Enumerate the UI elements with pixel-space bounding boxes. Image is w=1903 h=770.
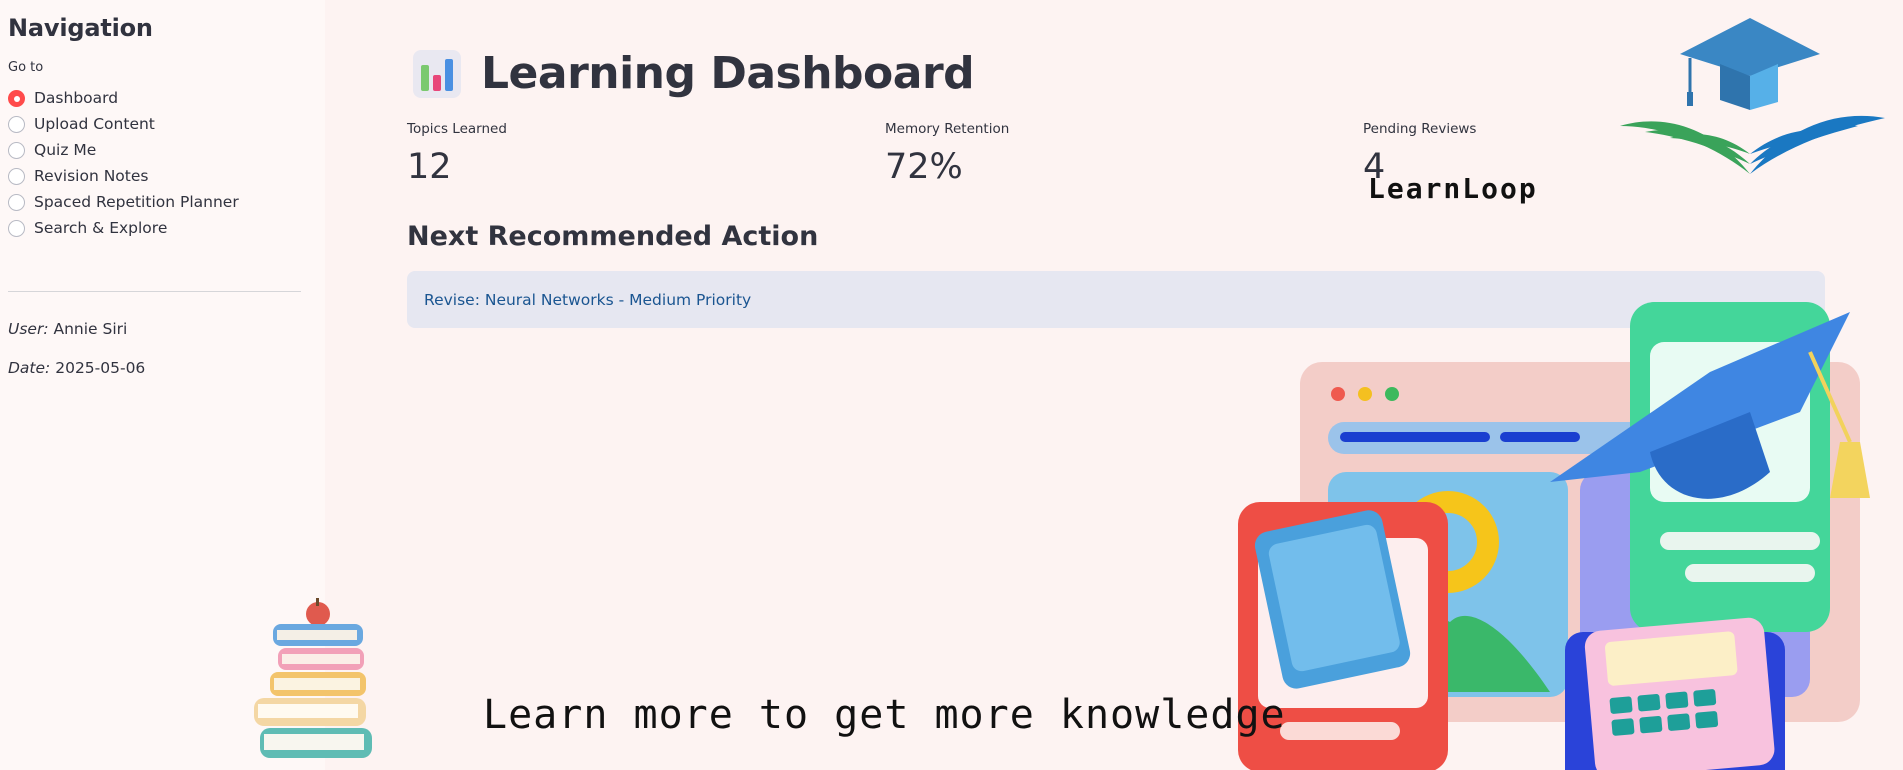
metric-value: 12 [407,147,452,187]
radio-icon[interactable] [8,115,25,133]
metric-label: Memory Retention [885,121,1010,137]
education-illustration [1238,302,1870,770]
nav-option-search-explore[interactable]: Search & Explore [8,215,317,241]
user-key: User: [8,320,49,338]
nav-option-quiz-me[interactable]: Quiz Me [8,137,317,163]
date-info: Date: 2025-05-06 [8,359,317,377]
nav-option-label: Quiz Me [34,141,97,159]
metric-label: Topics Learned [407,121,507,137]
radio-icon[interactable] [8,219,25,237]
nav-option-label: Dashboard [34,89,119,107]
nav-radio-group: Dashboard Upload Content Quiz Me Revisio… [8,85,317,241]
sidebar-divider [8,291,301,292]
section-heading: Next Recommended Action [407,221,819,252]
bar-chart-icon [413,49,461,98]
date-key: Date: [8,359,51,377]
metric-value: 72% [885,147,963,187]
nav-option-revision-notes[interactable]: Revision Notes [8,163,317,189]
nav-option-label: Spaced Repetition Planner [34,193,239,211]
nav-option-upload-content[interactable]: Upload Content [8,111,317,137]
date-value: 2025-05-06 [55,359,146,377]
nav-option-label: Upload Content [34,115,155,133]
nav-option-label: Search & Explore [34,219,168,237]
learnloop-logo [1620,18,1885,174]
nav-option-spaced-repetition-planner[interactable]: Spaced Repetition Planner [8,189,317,215]
nav-option-label: Revision Notes [34,167,149,185]
book-stack-image [254,598,372,758]
metric-topics-learned: Topics Learned 12 [407,121,707,187]
logo-text: LearnLoop [1368,172,1538,205]
metric-memory-retention: Memory Retention 72% [885,121,1185,187]
radio-selected-icon[interactable] [8,89,25,107]
sidebar-title: Navigation [8,14,153,42]
page-title-text: Learning Dashboard [481,48,975,99]
radio-icon[interactable] [8,141,25,159]
radio-icon[interactable] [8,193,25,211]
radio-icon[interactable] [8,167,25,185]
alert-text: Revise: Neural Networks - Medium Priorit… [424,290,752,309]
page-title: Learning Dashboard [413,48,975,99]
radio-group-label: Go to [8,60,44,75]
tagline-text: Learn more to get more knowledge [483,692,1286,738]
main-content: Learning Dashboard Topics Learned 12 Mem… [325,0,1903,770]
nav-option-dashboard[interactable]: Dashboard [8,85,317,111]
user-info: User: Annie Siri [8,320,317,338]
user-name: Annie Siri [53,320,128,338]
